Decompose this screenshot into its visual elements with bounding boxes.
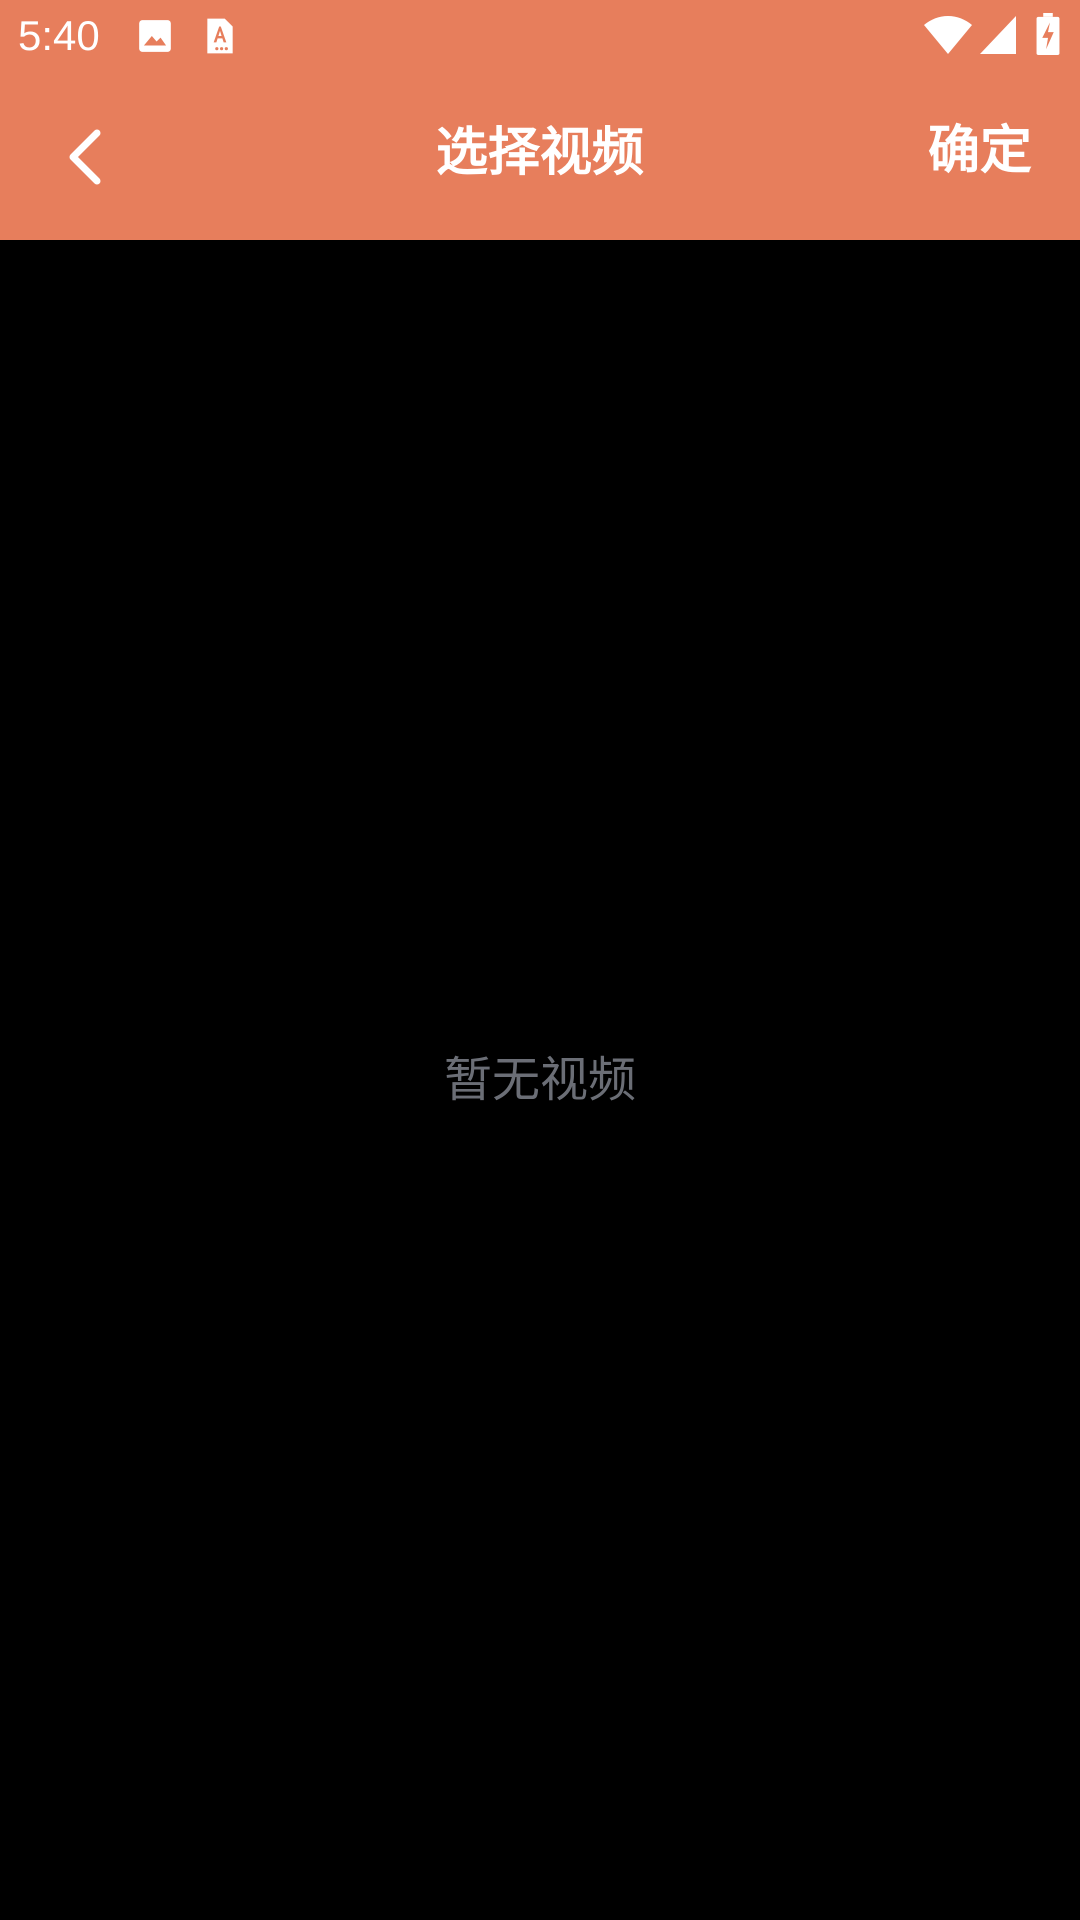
screen: 5:40 选择视频 确定 暂无视频 [0, 0, 1080, 1920]
empty-state-message: 暂无视频 [443, 1052, 636, 1108]
font-download-icon [204, 17, 236, 59]
chevron-left-icon [69, 129, 101, 185]
status-time: 5:40 [18, 12, 100, 59]
video-list-area: 暂无视频 [0, 240, 1080, 1920]
app-bar: 选择视频 确定 [0, 72, 1080, 240]
confirm-button[interactable]: 确定 [928, 120, 1032, 182]
cell-signal-icon [980, 16, 1016, 58]
status-bar: 5:40 [0, 0, 1080, 72]
wifi-icon [924, 16, 972, 58]
page-title: 选择视频 [435, 123, 644, 183]
image-icon [136, 17, 174, 59]
back-button[interactable] [40, 112, 130, 202]
battery-charging-icon [1036, 13, 1060, 59]
